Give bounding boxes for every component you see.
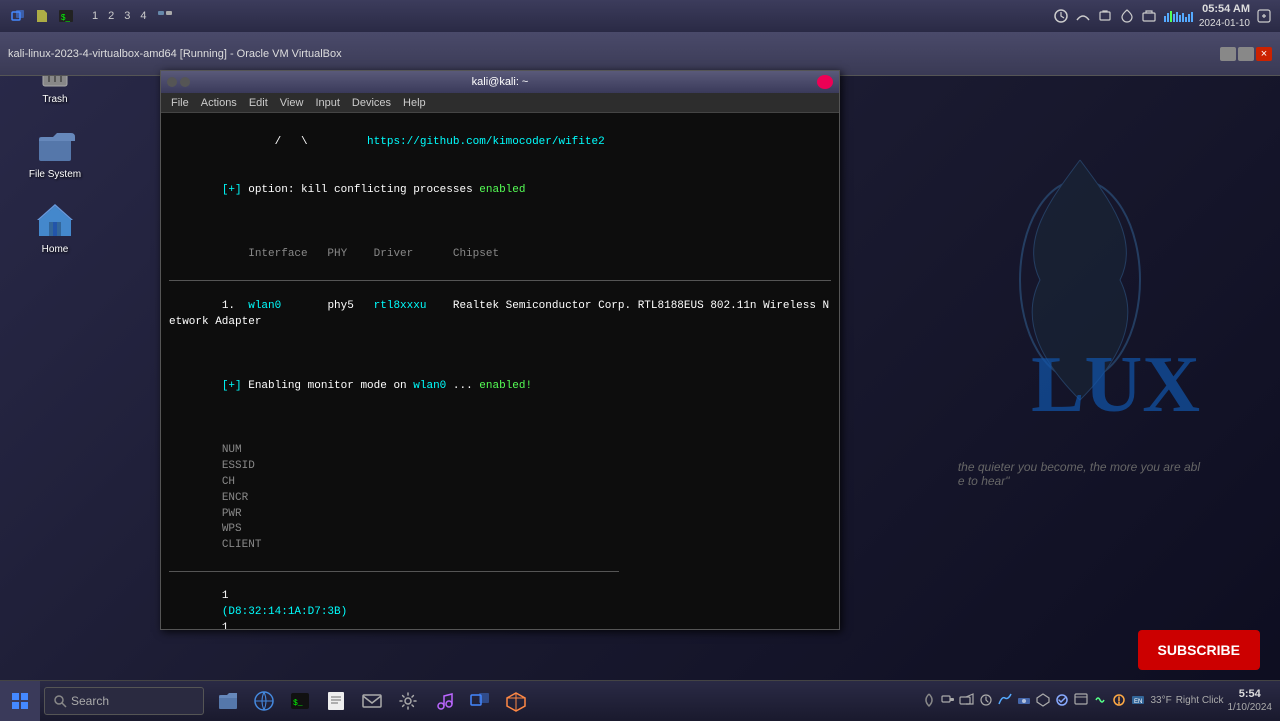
- lux-text: LUX: [1031, 340, 1200, 431]
- taskbar-app-browser[interactable]: [248, 685, 280, 717]
- menu-devices[interactable]: Devices: [346, 97, 397, 109]
- taskbar-top-left: $_ 1 2 3 4: [8, 6, 175, 26]
- search-label: Search: [71, 694, 109, 708]
- desktop-icons: Trash File System Home: [20, 50, 90, 255]
- filesystem-label: File System: [29, 169, 81, 180]
- system-tray: EN: [921, 692, 1146, 708]
- terminal-title: kali@kali: ~: [472, 76, 529, 88]
- term-close-btn[interactable]: [817, 75, 833, 89]
- menu-edit[interactable]: Edit: [243, 97, 274, 109]
- workspace-numbers: 1 2 3 4: [88, 9, 151, 23]
- workspace-4[interactable]: 4: [136, 9, 150, 23]
- vbox-icon[interactable]: [8, 6, 28, 26]
- taskbar-top-right: 05:54 AM 2024-01-10: [1053, 2, 1272, 29]
- home-label: Home: [42, 244, 69, 255]
- taskbar-app-terminal[interactable]: $_: [284, 685, 316, 717]
- menu-file[interactable]: File: [165, 97, 195, 109]
- workspace-2[interactable]: 2: [104, 9, 118, 23]
- taskbar-app-text[interactable]: [320, 685, 352, 717]
- workspace-1[interactable]: 1: [88, 9, 102, 23]
- file-icon[interactable]: [32, 6, 52, 26]
- home-icon: [35, 200, 75, 240]
- terminal-content[interactable]: / \ https://github.com/kimocoder/wifite2…: [161, 113, 839, 629]
- menu-view[interactable]: View: [274, 97, 310, 109]
- start-button[interactable]: [0, 681, 40, 721]
- trash-label: Trash: [42, 94, 67, 105]
- taskbar-app-vbox[interactable]: [464, 685, 496, 717]
- term-dot-1[interactable]: [167, 77, 177, 87]
- taskbar-app-email[interactable]: [356, 685, 388, 717]
- taskbar-app-files[interactable]: [212, 685, 244, 717]
- adapter-line: 1. wlan0 phy5 rtl8xxxu Realtek Semicondu…: [169, 283, 831, 347]
- term-dot-2[interactable]: [180, 77, 190, 87]
- vbox-outer-title: kali-linux-2023-4-virtualbox-amd64 [Runn…: [8, 48, 342, 60]
- window-controls: ×: [1220, 47, 1272, 61]
- desktop-quote: the quieter you become, the more you are…: [958, 460, 1200, 488]
- clock-date: 2024-01-10: [1199, 17, 1250, 30]
- tray-temp: 33°F: [1150, 695, 1171, 706]
- tray-label: Right Click: [1176, 695, 1224, 706]
- desktop: $_ 1 2 3 4: [0, 0, 1280, 720]
- term-window-controls: [817, 75, 833, 89]
- clock-time: 05:54 AM: [1199, 2, 1250, 16]
- restore-button[interactable]: [1238, 47, 1254, 61]
- filesystem-icon: [35, 125, 75, 165]
- menu-help[interactable]: Help: [397, 97, 432, 109]
- network-header: NUM ESSID CH ENCR PWR WPS CLIENT: [169, 427, 831, 570]
- minimize-button[interactable]: [1220, 47, 1236, 61]
- taskbar-top: $_ 1 2 3 4: [0, 0, 1280, 32]
- kill-line: [+] option: kill conflicting processes e…: [169, 167, 831, 215]
- search-bar[interactable]: Search: [44, 687, 204, 715]
- workspace-switch-icon[interactable]: [155, 6, 175, 26]
- svg-text:$_: $_: [61, 13, 70, 22]
- taskbar-apps: $_: [212, 685, 532, 717]
- monitor-line: [+] Enabling monitor mode on wlan0 ... e…: [169, 363, 831, 411]
- taskbar-bottom: Search $_: [0, 680, 1280, 720]
- taskbar-app-package[interactable]: [500, 685, 532, 717]
- clock: 05:54 AM 2024-01-10: [1199, 2, 1250, 29]
- net-row-1: 1 (D8:32:14:1A:D7:3B) 1 WPA 99db no 1: [169, 573, 831, 629]
- menu-actions[interactable]: Actions: [195, 97, 243, 109]
- svg-text:EN: EN: [1134, 699, 1142, 705]
- home-icon-item[interactable]: Home: [20, 200, 90, 255]
- svg-text:$_: $_: [293, 699, 303, 708]
- menu-input[interactable]: Input: [309, 97, 345, 109]
- terminal-icon[interactable]: $_: [56, 6, 76, 26]
- taskbar-right: EN 33°F Right Click 5:54 1/10/2024: [921, 687, 1280, 714]
- table-header: Interface PHY Driver Chipset: [169, 231, 831, 279]
- tray-date: 1/10/2024: [1228, 701, 1273, 714]
- taskbar-app-settings[interactable]: [392, 685, 424, 717]
- workspace-3[interactable]: 3: [120, 9, 134, 23]
- filesystem-icon-item[interactable]: File System: [20, 125, 90, 180]
- tray-time: 5:54: [1228, 687, 1273, 701]
- subscribe-button[interactable]: SUBSCRIBE: [1138, 630, 1260, 670]
- close-button[interactable]: ×: [1256, 47, 1272, 61]
- terminal-menu: File Actions Edit View Input Devices Hel…: [161, 93, 839, 113]
- vbox-window: kali@kali: ~ File Actions Edit View Inpu…: [160, 70, 840, 630]
- terminal-titlebar: kali@kali: ~: [161, 71, 839, 93]
- taskbar-app-music[interactable]: [428, 685, 460, 717]
- url-line: / \ https://github.com/kimocoder/wifite2: [169, 119, 831, 167]
- tray-clock: 5:54 1/10/2024: [1228, 687, 1273, 714]
